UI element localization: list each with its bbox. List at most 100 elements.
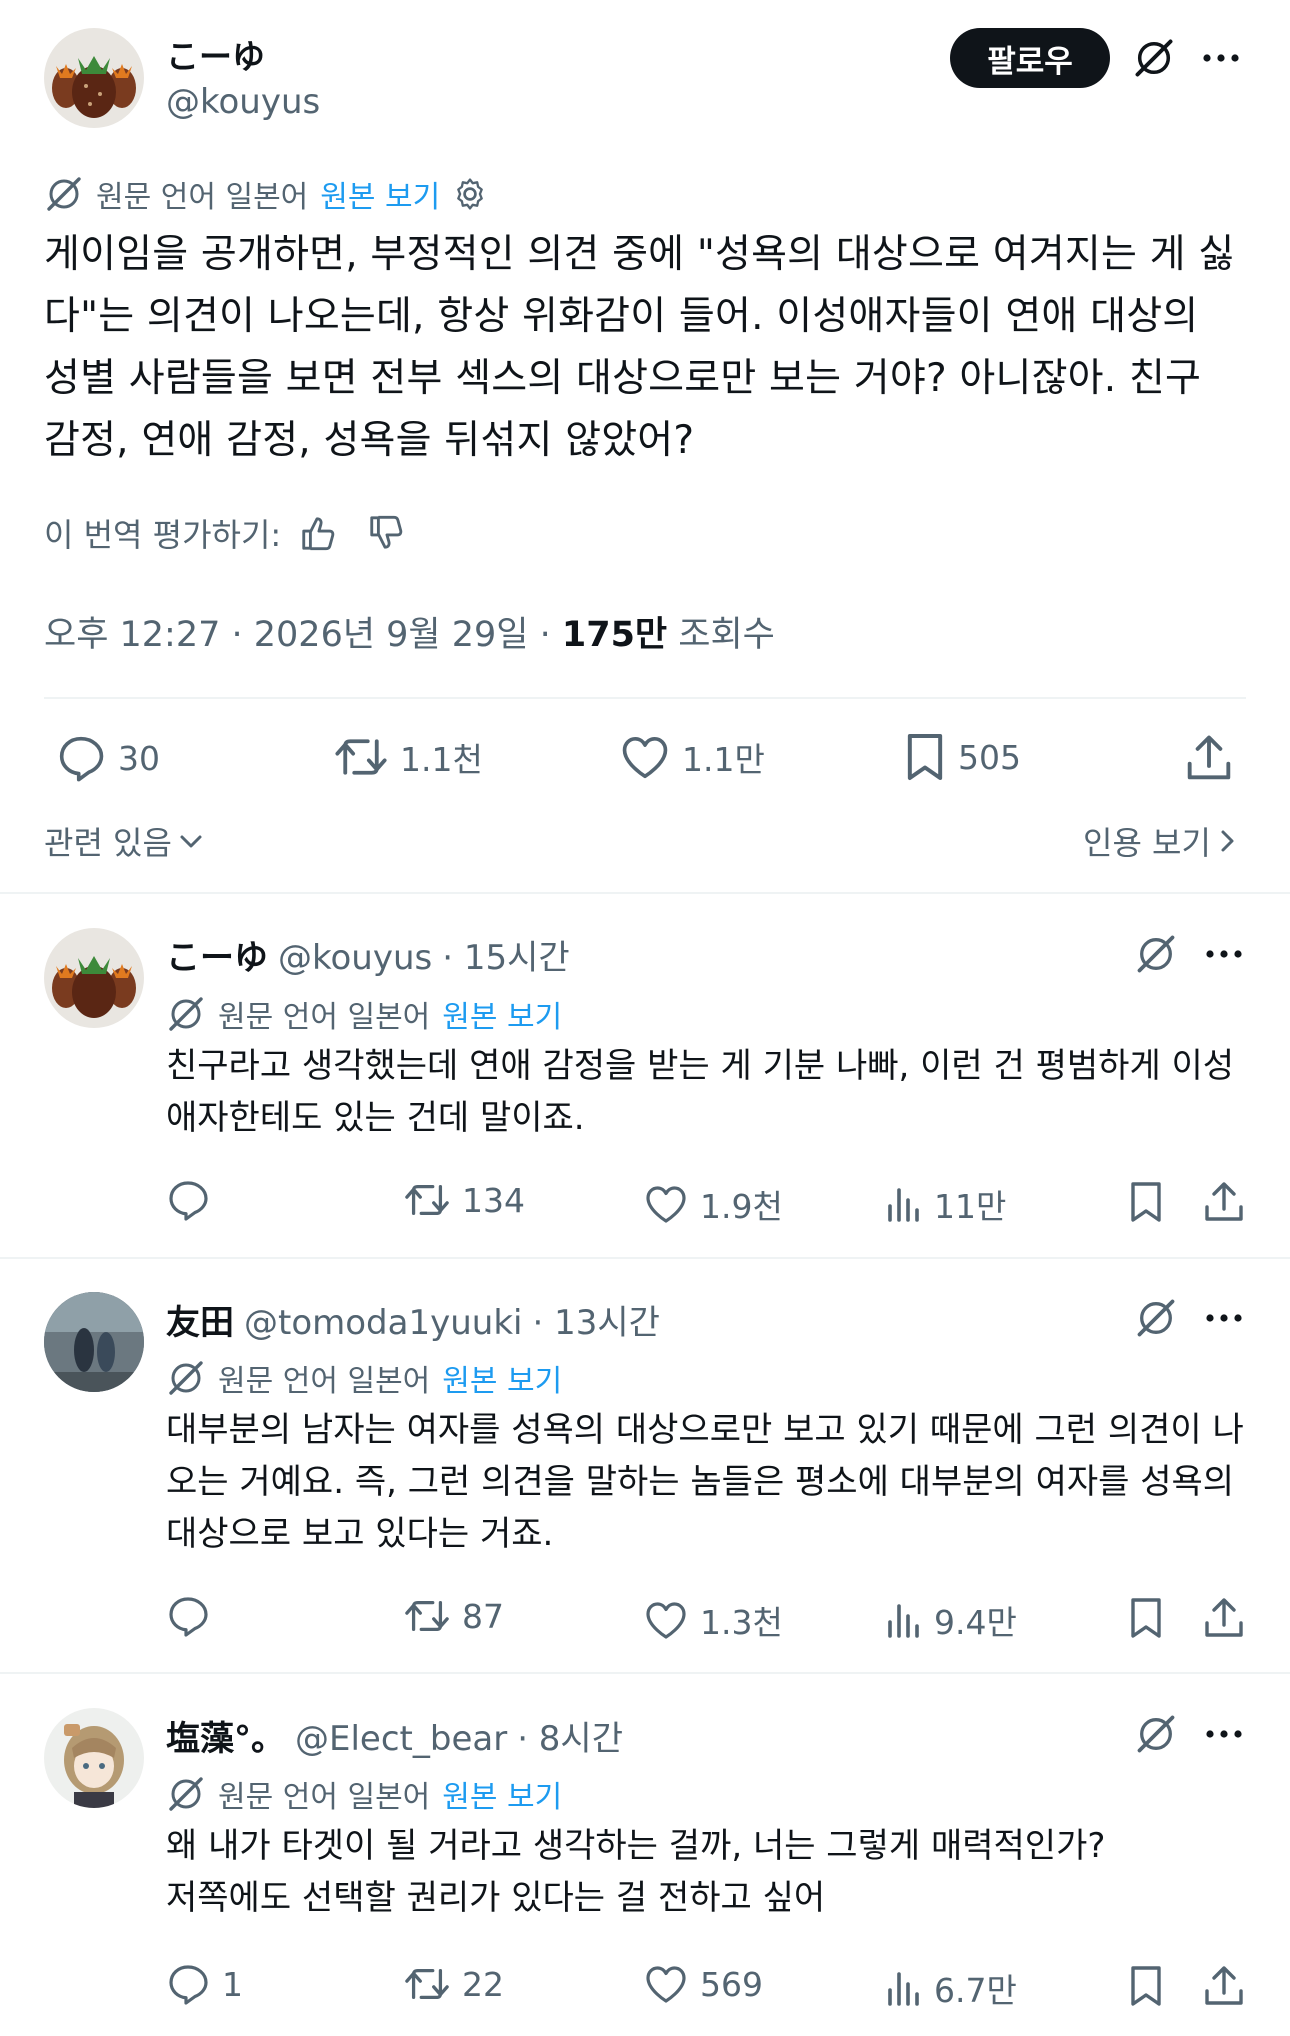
bookmark-icon[interactable]: [1128, 1180, 1164, 1224]
follow-button[interactable]: 팔로우: [950, 28, 1110, 88]
retweet-count: 87: [462, 1596, 504, 1636]
chevron-right-icon: [1217, 828, 1239, 854]
retweet-button[interactable]: 1.1천: [334, 733, 483, 781]
handle[interactable]: @kouyus: [278, 938, 432, 978]
tweet-text: 게이임을 공개하면, 부정적인 의견 중에 "성욕의 대상으로 여겨지는 게 싫…: [44, 232, 1235, 463]
reply-icon: [166, 1594, 210, 1638]
share-icon[interactable]: [1202, 1596, 1246, 1640]
reply-header: 塩藻°。 @Elect_bear · 8시간: [166, 1711, 623, 1760]
avatar[interactable]: [44, 28, 144, 128]
views-button[interactable]: 9.4만: [886, 1596, 1017, 1644]
more-icon[interactable]: [1204, 948, 1244, 960]
views-count: 6.7만: [934, 1971, 1017, 2010]
translation-bar: 원문 언어 일본어 원본 보기: [166, 1356, 562, 1400]
bookmark-icon[interactable]: [1128, 1596, 1164, 1640]
display-name[interactable]: 塩藻°。: [166, 1711, 285, 1760]
bookmark-count: 505: [958, 737, 1021, 777]
show-original-link[interactable]: 원본 보기: [320, 172, 440, 216]
tweet-meta: 오후 12:27 · 2026년 9월 29일 · 175만 조회수: [44, 606, 775, 657]
reply-text: 왜 내가 타겟이 될 거라고 생각하는 걸까, 너는 그렇게 매력적인가? 저쪽…: [166, 1826, 1106, 1918]
grok-icon[interactable]: [1134, 1712, 1178, 1756]
rate-label: 이 번역 평가하기:: [44, 516, 282, 554]
bookmark-button[interactable]: 505: [904, 731, 1021, 783]
retweet-count: 1.1천: [400, 740, 483, 779]
translate-icon: [166, 1358, 206, 1398]
display-name[interactable]: こーゆ: [166, 30, 265, 78]
thumbs-down-icon[interactable]: [367, 514, 405, 552]
show-original-link[interactable]: 원본 보기: [442, 1772, 562, 1816]
reply-button[interactable]: [166, 1594, 222, 1638]
like-count: 1.9천: [700, 1187, 783, 1226]
reply-button[interactable]: 1: [166, 1962, 243, 2006]
avatar[interactable]: [44, 1708, 144, 1808]
translation-label: 원문 언어 일본어: [96, 180, 309, 215]
handle[interactable]: @Elect_bear: [295, 1719, 507, 1759]
retweet-button[interactable]: 87: [404, 1596, 504, 1636]
reply-icon: [56, 733, 106, 783]
share-icon[interactable]: [1202, 1964, 1246, 2008]
views-count: 11만: [934, 1187, 1007, 1226]
related-label: 관련 있음: [44, 824, 172, 862]
views-button[interactable]: 11만: [886, 1180, 1006, 1228]
more-icon[interactable]: [1201, 52, 1241, 64]
translation-label: 원문 언어 일본어: [218, 1364, 431, 1399]
like-icon: [620, 734, 670, 780]
retweet-icon: [404, 1596, 450, 1636]
retweet-icon: [334, 734, 388, 780]
grok-icon[interactable]: [1132, 36, 1176, 80]
divider: [0, 892, 1290, 894]
retweet-button[interactable]: 134: [404, 1180, 525, 1220]
thumbs-up-icon[interactable]: [299, 514, 337, 552]
rate-translation: 이 번역 평가하기:: [44, 510, 405, 556]
retweet-count: 22: [462, 1964, 504, 2004]
retweet-button[interactable]: 22: [404, 1964, 504, 2004]
reply-text: 대부분의 남자는 여자를 성욕의 대상으로만 보고 있기 때문에 그런 의견이 …: [166, 1410, 1244, 1554]
reply-button[interactable]: [166, 1178, 222, 1222]
like-button[interactable]: 1.1만: [620, 733, 765, 781]
chevron-down-icon: [178, 828, 204, 854]
bookmark-icon: [904, 731, 946, 783]
grok-icon[interactable]: [1134, 1296, 1178, 1340]
quotes-label: 인용 보기: [1083, 824, 1211, 862]
share-icon[interactable]: [1202, 1180, 1246, 1224]
handle[interactable]: @tomoda1yuuki: [244, 1303, 522, 1343]
avatar[interactable]: [44, 928, 144, 1028]
views-icon: [886, 1600, 922, 1640]
translation-label: 원문 언어 일본어: [218, 1000, 431, 1035]
views-label: 조회수: [667, 615, 775, 655]
reply-count: 1: [222, 1964, 243, 2004]
views-count: 175만: [561, 615, 668, 655]
more-icon[interactable]: [1204, 1728, 1244, 1740]
translate-icon: [166, 994, 206, 1034]
more-icon[interactable]: [1204, 1312, 1244, 1324]
reply-text: 친구라고 생각했는데 연애 감정을 받는 게 기분 나빠, 이런 건 평범하게 …: [166, 1046, 1235, 1138]
like-button[interactable]: 1.3천: [644, 1596, 783, 1644]
time[interactable]: · 8시간: [517, 1711, 623, 1760]
view-quotes-link[interactable]: 인용 보기: [1083, 818, 1239, 864]
show-original-link[interactable]: 원본 보기: [442, 992, 562, 1036]
reply-button[interactable]: 30: [56, 733, 160, 783]
views-icon: [886, 1968, 922, 2008]
timestamp[interactable]: 오후 12:27 · 2026년 9월 29일 ·: [44, 615, 562, 655]
reply-count: 30: [118, 738, 160, 778]
divider: [0, 1672, 1290, 1674]
display-name[interactable]: こーゆ: [166, 930, 268, 979]
show-original-link[interactable]: 원본 보기: [442, 1356, 562, 1400]
share-icon[interactable]: [1184, 733, 1234, 783]
reply-header: 友田 @tomoda1yuuki · 13시간: [166, 1295, 660, 1344]
translation-bar: 원문 언어 일본어 원본 보기: [166, 992, 562, 1036]
gear-icon[interactable]: [452, 176, 488, 212]
time[interactable]: · 15시간: [442, 930, 569, 979]
reply-icon: [166, 1962, 210, 2006]
like-button[interactable]: 1.9천: [644, 1180, 783, 1228]
translation-bar: 원문 언어 일본어 원본 보기: [166, 1772, 562, 1816]
time[interactable]: · 13시간: [532, 1295, 659, 1344]
like-button[interactable]: 569: [644, 1964, 763, 2004]
display-name[interactable]: 友田: [166, 1295, 234, 1344]
views-button[interactable]: 6.7만: [886, 1964, 1017, 2012]
related-dropdown[interactable]: 관련 있음: [44, 818, 204, 864]
bookmark-icon[interactable]: [1128, 1964, 1164, 2008]
handle[interactable]: @kouyus: [166, 82, 320, 122]
avatar[interactable]: [44, 1292, 144, 1392]
grok-icon[interactable]: [1134, 932, 1178, 976]
